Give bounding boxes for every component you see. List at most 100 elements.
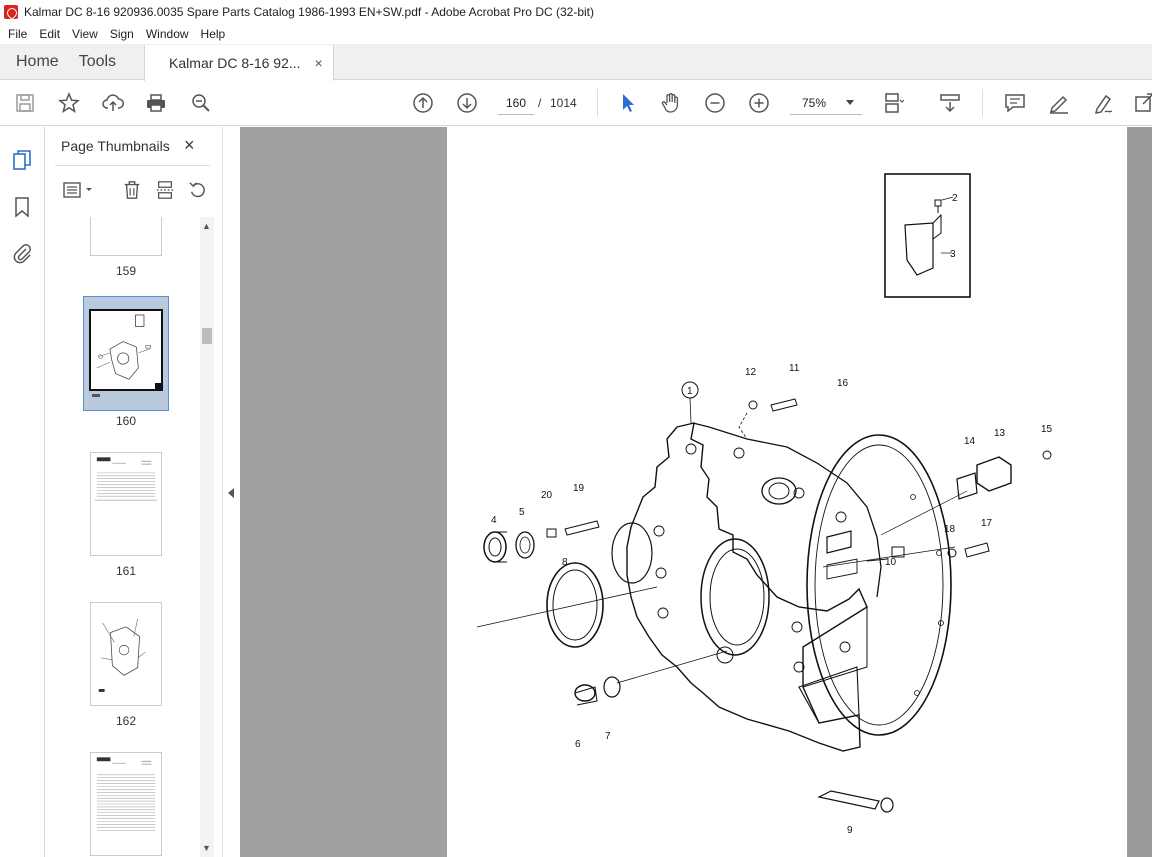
scroll-up-arrow-icon[interactable]: ▲ [202, 221, 211, 231]
menu-edit[interactable]: Edit [33, 27, 66, 41]
chevron-down-icon [846, 100, 854, 105]
share-icon[interactable] [1132, 91, 1152, 115]
zoom-out-icon[interactable] [703, 91, 727, 115]
panel-title: Page Thumbnails [61, 138, 170, 154]
page-thumbnail-162[interactable] [90, 602, 162, 706]
callout-5: 5 [519, 507, 525, 518]
zoom-value: 75% [802, 95, 827, 110]
parts-list-thumbnail [94, 457, 158, 501]
thumbnail-list: 159 160 161 162 [45, 217, 200, 857]
page-thumbnail-163[interactable] [90, 752, 162, 856]
panel-splitter[interactable] [222, 127, 240, 857]
page-thumbnails-panel: Page Thumbnails × 159 160 161 162 ▲ ▼ [45, 127, 222, 857]
pdf-page: 1 2 3 4 5 6 7 8 9 10 11 12 13 14 15 16 1… [447, 127, 1127, 857]
bookmark-icon[interactable] [10, 195, 34, 219]
menu-bar: File Edit View Sign Window Help [0, 24, 1152, 44]
callout-11: 11 [789, 363, 800, 374]
scroll-mode-icon[interactable] [938, 91, 962, 115]
thumbnail-label-162: 162 [115, 714, 137, 728]
highlight-pen-icon[interactable] [1047, 91, 1071, 115]
zoom-dropdown[interactable]: 75% [790, 91, 862, 115]
zoom-in-icon[interactable] [747, 91, 771, 115]
callout-14: 14 [964, 436, 976, 447]
select-cursor-icon[interactable] [616, 91, 640, 115]
thumbnail-image [89, 309, 163, 391]
page-thumbnail-159[interactable] [90, 217, 162, 256]
next-page-icon[interactable] [455, 91, 479, 115]
thumbnail-label-159: 159 [115, 264, 137, 278]
drawing-thumbnail [98, 618, 146, 692]
menu-file[interactable]: File [2, 27, 33, 41]
navigation-rail [0, 127, 45, 857]
collapse-panel-icon[interactable] [228, 488, 234, 498]
exploded-drawing-thumbnail [96, 314, 151, 380]
callout-8: 8 [562, 557, 568, 568]
callout-1: 1 [687, 386, 693, 397]
menu-help[interactable]: Help [195, 27, 232, 41]
menu-view[interactable]: View [66, 27, 104, 41]
tab-tools[interactable]: Tools [75, 44, 132, 79]
acrobat-icon [4, 5, 18, 19]
scrollbar-thumb[interactable] [202, 328, 212, 344]
tab-document[interactable]: Kalmar DC 8-16 92... × [144, 45, 334, 81]
extract-pages-icon[interactable] [153, 179, 177, 201]
thumbnail-toolbar [45, 175, 222, 205]
close-tab-icon[interactable]: × [315, 55, 323, 71]
main-toolbar: / 1014 75% [0, 81, 1152, 126]
toolbar-divider [597, 89, 598, 117]
star-bookmark-icon[interactable] [57, 91, 81, 115]
page-thumbnail-160-selected[interactable] [83, 296, 169, 411]
sign-pen-icon[interactable] [1091, 91, 1115, 115]
previous-page-icon[interactable] [411, 91, 435, 115]
callout-2: 2 [952, 193, 958, 204]
print-icon[interactable] [144, 91, 168, 115]
tab-bar: Home Tools Kalmar DC 8-16 92... × [0, 44, 1152, 81]
scroll-down-arrow-icon[interactable]: ▼ [202, 843, 211, 853]
attachment-icon[interactable] [10, 241, 34, 265]
callout-16: 16 [837, 378, 849, 389]
callout-19: 19 [573, 483, 585, 494]
callout-15: 15 [1041, 424, 1053, 435]
callout-13: 13 [994, 428, 1006, 439]
thumbnail-scrollbar[interactable]: ▲ ▼ [200, 217, 214, 857]
callout-18: 18 [944, 524, 956, 535]
zoom-search-icon[interactable] [189, 91, 213, 115]
hand-tool-icon[interactable] [659, 91, 683, 115]
document-tab-label: Kalmar DC 8-16 92... [169, 55, 301, 71]
window-title: Kalmar DC 8-16 920936.0035 Spare Parts C… [24, 5, 594, 19]
title-bar: Kalmar DC 8-16 920936.0035 Spare Parts C… [0, 0, 1152, 24]
callout-3: 3 [950, 249, 956, 260]
callout-17: 17 [981, 518, 993, 529]
tab-home[interactable]: Home [0, 44, 75, 79]
callout-10: 10 [885, 557, 897, 568]
page-thumbnail-161[interactable] [90, 452, 162, 556]
menu-window[interactable]: Window [140, 27, 195, 41]
thumbnail-label-161: 161 [115, 564, 137, 578]
callout-9: 9 [847, 825, 853, 836]
callout-7: 7 [605, 731, 611, 742]
divider [55, 165, 210, 166]
page-thumbnails-icon[interactable] [10, 148, 34, 172]
page-number-input[interactable] [498, 91, 534, 115]
page-separator: / [538, 96, 542, 110]
delete-page-icon[interactable] [120, 179, 144, 201]
callout-12: 12 [745, 367, 757, 378]
page-display-icon[interactable] [882, 91, 906, 115]
upload-cloud-icon[interactable] [101, 91, 125, 115]
thumbnail-label-160: 160 [115, 414, 137, 428]
menu-sign[interactable]: Sign [104, 27, 140, 41]
parts-list-thumbnail [96, 757, 156, 831]
rotate-page-icon[interactable] [186, 179, 210, 201]
page-total: 1014 [550, 96, 577, 110]
callout-6: 6 [575, 739, 581, 750]
options-menu-icon[interactable] [61, 179, 97, 201]
comment-icon[interactable] [1003, 91, 1027, 115]
exploded-parts-drawing: 1 2 3 4 5 6 7 8 9 10 11 12 13 14 15 16 1… [476, 173, 1053, 836]
callout-20: 20 [541, 490, 553, 501]
toolbar-divider [982, 89, 983, 117]
save-icon[interactable] [13, 91, 37, 115]
document-scrollbar[interactable] [1128, 127, 1152, 857]
callout-4: 4 [491, 515, 497, 526]
document-viewport[interactable]: 1 2 3 4 5 6 7 8 9 10 11 12 13 14 15 16 1… [240, 127, 1152, 857]
close-panel-icon[interactable]: × [184, 135, 195, 156]
